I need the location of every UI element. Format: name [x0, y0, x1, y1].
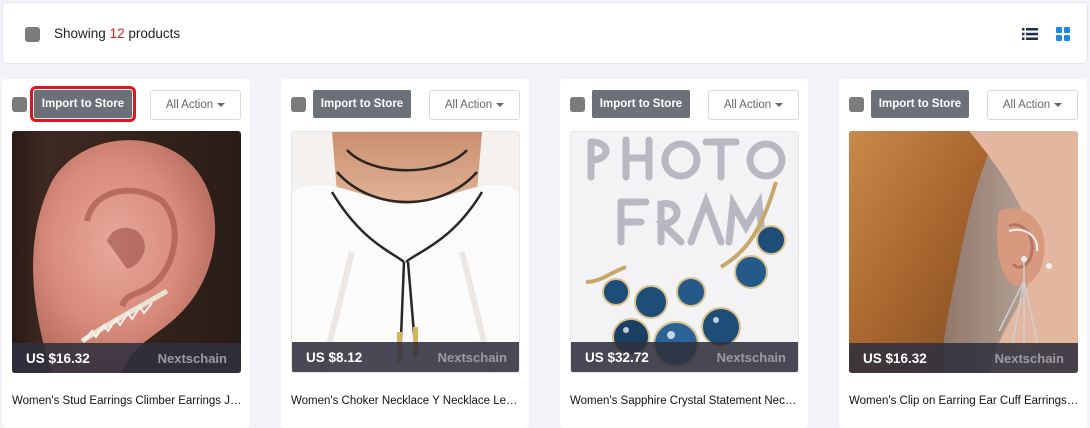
- price-bar: US $16.32 Nextschain: [12, 343, 241, 373]
- ear-cuff-earring-photo: [849, 131, 1078, 373]
- product-card: Import to Store All Action US $16.32 Nex…: [2, 79, 250, 428]
- all-action-dropdown[interactable]: All Action: [429, 90, 520, 120]
- product-count: 12: [109, 26, 125, 41]
- caret-down-icon: [217, 103, 226, 107]
- product-checkbox[interactable]: [12, 97, 27, 112]
- caret-down-icon: [496, 103, 505, 107]
- product-supplier: Nextschain: [716, 349, 786, 365]
- product-card: Import to Store All Action US $32.72 Nex…: [560, 79, 808, 428]
- price-bar: US $8.12 Nextschain: [292, 342, 519, 372]
- product-title[interactable]: Women's Choker Necklace Y Necklace Leath…: [291, 395, 523, 407]
- product-image[interactable]: US $16.32 Nextschain: [849, 131, 1078, 373]
- import-to-store-button[interactable]: Import to Store: [871, 90, 969, 118]
- product-checkbox[interactable]: [570, 97, 585, 112]
- product-image[interactable]: US $16.32 Nextschain: [12, 131, 241, 373]
- select-all-checkbox[interactable]: [25, 27, 40, 42]
- import-to-store-button[interactable]: Import to Store: [592, 90, 690, 118]
- caret-down-icon: [775, 103, 784, 107]
- choker-necklace-photo: [292, 132, 519, 372]
- product-image[interactable]: US $8.12 Nextschain: [291, 131, 520, 373]
- grid-view-icon[interactable]: [1056, 27, 1070, 41]
- showing-prefix: Showing: [54, 26, 106, 41]
- product-count-label: Showing 12 products: [54, 26, 180, 41]
- product-price: US $32.72: [585, 349, 649, 365]
- product-checkbox[interactable]: [291, 97, 306, 112]
- products-toolbar: Showing 12 products: [2, 2, 1088, 64]
- import-to-store-button[interactable]: Import to Store: [313, 90, 411, 118]
- product-supplier: Nextschain: [437, 349, 507, 365]
- all-action-label: All Action: [165, 99, 214, 111]
- product-supplier: Nextschain: [157, 350, 227, 366]
- product-price: US $16.32: [863, 350, 927, 366]
- product-checkbox[interactable]: [849, 97, 864, 112]
- product-card: Import to Store All Action US $8.12 Next…: [281, 79, 529, 428]
- all-action-label: All Action: [444, 99, 493, 111]
- all-action-label: All Action: [1002, 99, 1051, 111]
- product-supplier: Nextschain: [994, 350, 1064, 366]
- all-action-dropdown[interactable]: All Action: [708, 90, 799, 120]
- product-title[interactable]: Women's Stud Earrings Climber Earrings J…: [12, 395, 244, 407]
- sapphire-necklace-photo: [571, 132, 798, 372]
- product-title[interactable]: Women's Clip on Earring Ear Cuff Earring…: [849, 395, 1081, 407]
- price-bar: US $16.32 Nextschain: [849, 343, 1078, 373]
- product-card: Import to Store All Action US $16.32 Nex…: [839, 79, 1087, 428]
- caret-down-icon: [1054, 103, 1063, 107]
- ear-climber-earring-photo: [12, 131, 241, 373]
- all-action-label: All Action: [723, 99, 772, 111]
- product-price: US $16.32: [26, 350, 90, 366]
- list-view-icon[interactable]: [1022, 27, 1038, 41]
- import-to-store-button[interactable]: Import to Store: [30, 86, 136, 122]
- product-title[interactable]: Women's Sapphire Crystal Statement Neckl…: [570, 395, 802, 407]
- product-price: US $8.12: [306, 349, 363, 365]
- showing-suffix: products: [128, 26, 181, 41]
- price-bar: US $32.72 Nextschain: [571, 342, 798, 372]
- product-image[interactable]: US $32.72 Nextschain: [570, 131, 799, 373]
- all-action-dropdown[interactable]: All Action: [150, 90, 241, 120]
- all-action-dropdown[interactable]: All Action: [987, 90, 1078, 120]
